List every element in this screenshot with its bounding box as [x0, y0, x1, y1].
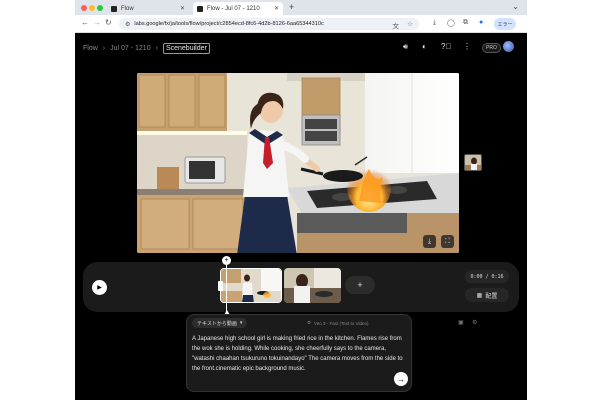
add-at-playhead-icon[interactable]: + [222, 256, 231, 265]
pro-badge: PRO [482, 43, 501, 53]
thumbnail-image [465, 155, 481, 170]
extensions-icon[interactable]: ⧉ [463, 19, 468, 27]
browser-tab-project[interactable]: Flow - Jul 07 - 1210 ✕ [193, 2, 283, 15]
chevron-right-icon: › [155, 45, 158, 52]
site-info-icon[interactable]: ⚙ [125, 21, 130, 28]
send-button[interactable]: → [394, 372, 408, 386]
breadcrumb-project[interactable]: Jul 07 - 1210 [110, 45, 150, 52]
account-icon[interactable]: ◯ [447, 19, 455, 27]
profile-label: エラー [497, 21, 513, 28]
profile-error-chip[interactable]: エラー [494, 18, 516, 30]
add-clip-button[interactable]: + [345, 276, 375, 294]
model-selector[interactable]: ⚙ Veo 3 - Fast (Text to Video) [307, 320, 369, 326]
discord-icon[interactable]: ◐ [422, 42, 427, 51]
volume-icon[interactable]: 🔊︎ [403, 42, 408, 52]
mode-label: テキストから動画 [197, 320, 237, 327]
more-icon[interactable]: ⋮ [463, 42, 471, 51]
forward-arrow-icon[interactable]: → [93, 18, 101, 27]
grid-icon: ▦ [476, 292, 483, 299]
chevron-down-icon[interactable]: ⌄ [512, 2, 519, 11]
timeline-clip[interactable] [220, 268, 282, 303]
help-icon[interactable]: ?⃝ [441, 42, 451, 51]
breadcrumb-current[interactable]: Scenebuilder [162, 43, 210, 54]
clip-thumbnail [221, 269, 281, 302]
download-icon[interactable]: ⤓ [423, 235, 436, 248]
clip-trim-handle[interactable] [218, 281, 223, 291]
close-icon[interactable]: ✕ [274, 5, 279, 12]
avatar[interactable] [503, 41, 514, 52]
video-preview[interactable] [137, 73, 459, 253]
model-label: Veo 3 - Fast (Text to Video) [314, 320, 369, 326]
browser-tab-flow[interactable]: Flow ✕ [107, 2, 189, 15]
prompt-input[interactable]: A Japanese high school girl is making fr… [192, 334, 406, 374]
reload-icon[interactable]: ↻ [105, 18, 112, 27]
timeline-clip[interactable] [284, 268, 341, 303]
play-button[interactable]: ▶ [92, 280, 107, 295]
browser-toolbar: ← → ↻ ⚙ labs.google/fx/ja/tools/flow/pro… [75, 15, 527, 33]
model-icon: ⚙ [307, 320, 312, 325]
breadcrumb: Flow › Jul 07 - 1210 › Scenebuilder [83, 43, 210, 54]
plus-icon: + [357, 280, 363, 290]
download-icon[interactable]: ⤓ [433, 19, 436, 27]
close-window-button[interactable] [81, 5, 87, 11]
back-arrow-icon[interactable]: ← [81, 18, 89, 27]
new-tab-button[interactable]: + [289, 2, 294, 12]
address-bar[interactable]: ⚙ labs.google/fx/ja/tools/flow/project/c… [119, 18, 419, 30]
scene-thumbnail[interactable] [464, 154, 482, 171]
profile-person-icon[interactable]: ● [479, 19, 483, 26]
browser-window: Flow ✕ Flow - Jul 07 - 1210 ✕ + ⌄ ← → ↻ … [75, 0, 527, 400]
kitchen-scene-image [137, 73, 459, 253]
play-icon: ▶ [97, 285, 102, 291]
send-icon: → [397, 374, 405, 384]
translate-icon[interactable]: 文 [393, 20, 400, 30]
chevron-down-icon: ▾ [239, 320, 243, 326]
bookmark-star-icon[interactable]: ☆ [407, 20, 413, 28]
playhead[interactable] [226, 262, 227, 312]
image-upload-icon[interactable]: ▣ [458, 319, 464, 326]
settings-icon[interactable]: ⚙ [472, 319, 477, 326]
flow-favicon-icon [197, 5, 203, 12]
tab-strip: Flow ✕ Flow - Jul 07 - 1210 ✕ + ⌄ [75, 0, 527, 15]
chevron-right-icon: › [102, 45, 106, 52]
timecode: 0:00 / 0:16 [465, 270, 509, 283]
arrange-label: 配置 [485, 293, 498, 300]
url-text: labs.google/fx/ja/tools/flow/project/c28… [134, 21, 324, 27]
fullscreen-icon[interactable]: ⛶ [441, 235, 454, 248]
close-icon[interactable]: ✕ [180, 5, 185, 12]
clip-thumbnail [284, 268, 341, 303]
flow-favicon-icon [111, 5, 117, 12]
minimize-window-button[interactable] [89, 5, 95, 11]
tab-label: Flow [121, 5, 134, 12]
maximize-window-button[interactable] [97, 5, 103, 11]
arrange-button[interactable]: ▦ 配置 [465, 288, 509, 302]
mode-select[interactable]: テキストから動画 ▾ [192, 318, 248, 328]
breadcrumb-home[interactable]: Flow [83, 45, 98, 52]
tab-label: Flow - Jul 07 - 1210 [207, 5, 260, 12]
timecode-text: 0:00 / 0:16 [470, 273, 504, 280]
